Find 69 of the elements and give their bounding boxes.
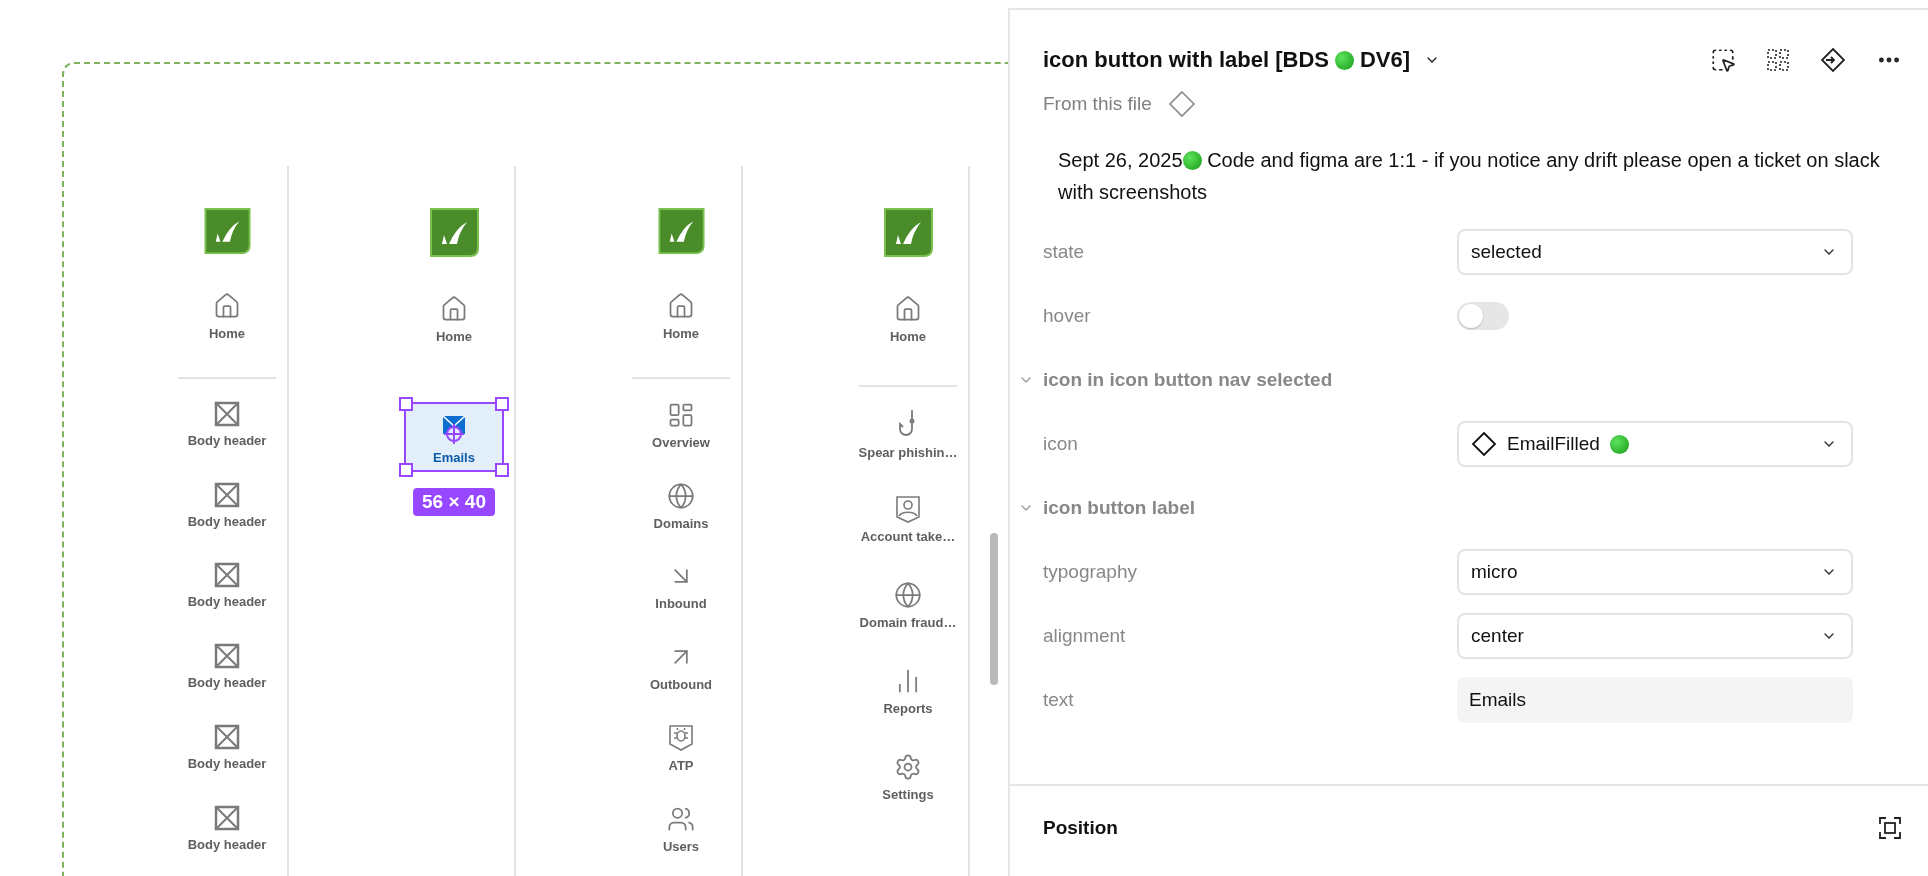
nav-label[interactable]: Body header	[187, 513, 267, 529]
property-label: hover	[1043, 305, 1092, 327]
nav-label[interactable]: Body header	[187, 756, 267, 772]
property-dropdown[interactable]: center	[1457, 613, 1853, 659]
section-title: icon in icon button nav selected	[1043, 369, 1333, 391]
property-label: alignment	[1043, 625, 1127, 647]
shield-bug-icon	[668, 724, 694, 753]
nav-label[interactable]: Body header	[187, 675, 267, 691]
resize-handle[interactable]	[399, 463, 413, 477]
nav-label[interactable]: Home	[435, 329, 473, 344]
nav-label[interactable]: Outbound	[649, 677, 713, 693]
instance-icon[interactable]	[1820, 47, 1846, 73]
email-icon	[440, 414, 468, 444]
property-label: icon	[1043, 433, 1079, 455]
home-icon	[440, 295, 468, 323]
size-label: 56 × 40	[413, 488, 495, 516]
property-dropdown[interactable]: micro	[1457, 549, 1853, 595]
diamond-icon[interactable]	[1167, 90, 1196, 118]
placeholder-icon	[214, 562, 240, 589]
placeholder-icon	[214, 400, 240, 427]
source-label: From this file	[1043, 93, 1152, 115]
component-description: Sept 26, 2025 Code and figma are 1:1 - if you notice any drift please open a ticket on slack with screenshots	[1058, 148, 1881, 205]
placeholder-icon	[214, 481, 240, 508]
toggle-switch[interactable]	[1457, 302, 1509, 330]
resize-handle[interactable]	[495, 463, 509, 477]
placeholder-icon	[214, 724, 240, 751]
nav-label[interactable]: ATP	[668, 758, 694, 774]
nav-label[interactable]: Home	[889, 329, 927, 344]
nav-label[interactable]: Home	[208, 326, 246, 342]
logo-icon	[202, 208, 252, 255]
nav-label[interactable]: Domains	[653, 515, 709, 531]
nav-label[interactable]: Overview	[652, 434, 710, 450]
property-dropdown[interactable]: selected	[1457, 229, 1853, 275]
focus-frame-icon[interactable]	[1878, 816, 1902, 840]
select-cursor-icon[interactable]	[1710, 47, 1736, 73]
resize-handle[interactable]	[495, 397, 509, 411]
section-title: Position	[1043, 817, 1118, 839]
nav-label[interactable]: Account take…	[860, 529, 956, 544]
nav-label[interactable]: Spear phishin…	[858, 445, 958, 460]
user-badge-icon	[895, 495, 921, 523]
scrollbar[interactable]	[990, 533, 998, 685]
settings-icon	[894, 753, 922, 781]
logo-icon	[429, 208, 479, 257]
placeholder-icon	[214, 805, 240, 832]
logo-icon	[883, 208, 933, 257]
selected-nav-item[interactable]: Emails	[404, 402, 504, 472]
dashed-grid-icon[interactable]	[1766, 48, 1790, 72]
home-icon	[894, 295, 922, 323]
placeholder-icon	[214, 643, 240, 670]
text-field[interactable]: Emails	[1457, 677, 1853, 723]
globe-icon	[667, 481, 695, 510]
globe-icon	[894, 581, 922, 609]
nav-label[interactable]: Reports	[883, 701, 933, 716]
section-title: icon button label	[1043, 497, 1195, 519]
property-label: state	[1043, 241, 1086, 263]
nav-label[interactable]: Users	[662, 839, 700, 855]
nav-label[interactable]: Body header	[187, 837, 267, 853]
nav-label[interactable]: Body header	[187, 594, 267, 610]
nav-label[interactable]: Settings	[882, 787, 934, 802]
nav-label[interactable]: Home	[662, 326, 700, 342]
nav-label[interactable]: Body header	[187, 432, 267, 448]
nav-label[interactable]: Domain fraud…	[859, 615, 957, 630]
logo-icon	[656, 208, 706, 255]
property-dropdown[interactable]: EmailFilled	[1457, 421, 1853, 467]
property-label: text	[1043, 689, 1075, 711]
property-label: typography	[1043, 561, 1138, 583]
resize-handle[interactable]	[399, 397, 413, 411]
nav-label[interactable]: Inbound	[655, 596, 707, 612]
component-title: icon button with label [BDS DV6]	[1043, 47, 1411, 73]
